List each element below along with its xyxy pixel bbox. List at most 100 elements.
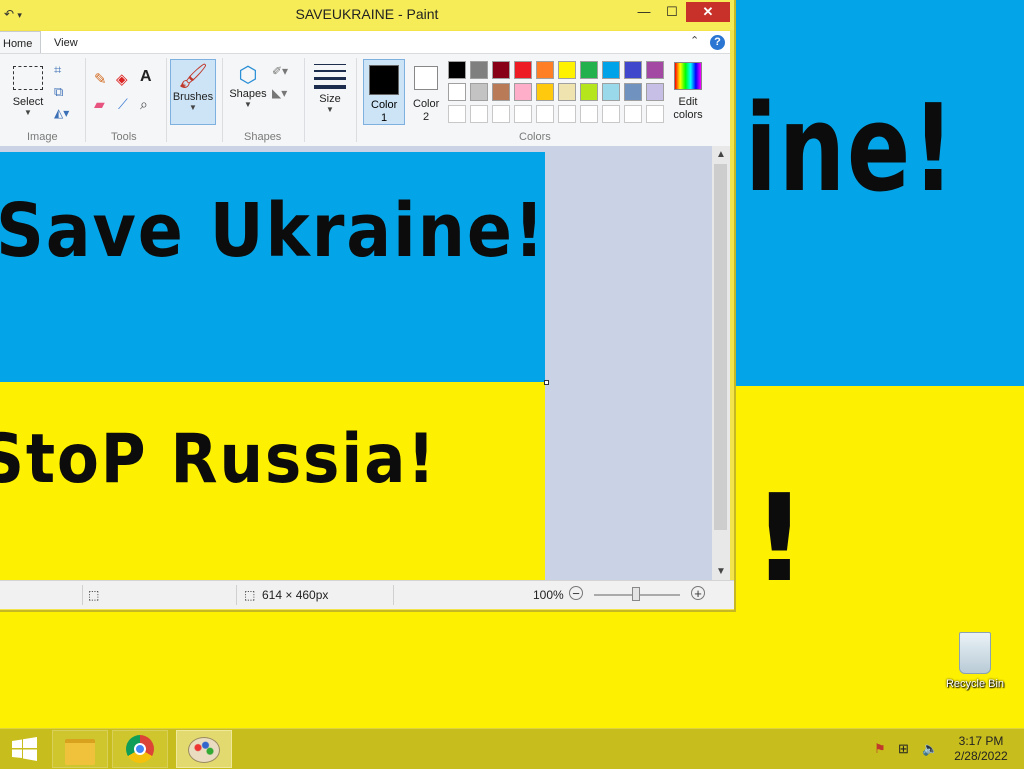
palette-swatch[interactable] (624, 61, 642, 79)
group-label-image: Image (27, 131, 58, 143)
custom-color-swatch[interactable] (624, 105, 642, 123)
outline-icon[interactable]: ✐▾ (272, 64, 288, 78)
collapse-ribbon-icon[interactable]: ⌃ (690, 34, 699, 47)
taskbar-chrome[interactable] (112, 730, 168, 768)
palette-swatch[interactable] (514, 61, 532, 79)
custom-color-swatch[interactable] (470, 105, 488, 123)
palette-swatch[interactable] (558, 83, 576, 101)
window-title: SAVEUKRAINE - Paint (295, 6, 439, 22)
desktop-wallpaper-exclaim: ! (752, 470, 809, 609)
canvas-size-icon: ⬚ (244, 588, 256, 602)
zoom-level: 100% (533, 588, 564, 602)
paint-palette-icon (188, 737, 220, 763)
palette-swatch[interactable] (602, 61, 620, 79)
palette-swatch[interactable] (448, 61, 466, 79)
close-button[interactable]: ✕ (686, 2, 730, 22)
custom-color-swatch[interactable] (536, 105, 554, 123)
color1-button[interactable]: Color 1 (363, 59, 405, 125)
custom-color-swatch[interactable] (602, 105, 620, 123)
zoom-in-button[interactable]: + (691, 586, 705, 600)
group-label-shapes: Shapes (244, 131, 282, 143)
recycle-bin[interactable]: Recycle Bin (940, 632, 1010, 690)
size-button[interactable]: Size ▼ (312, 62, 348, 114)
minimize-button[interactable]: — (630, 2, 658, 22)
brush-icon: 🖌 (177, 63, 209, 90)
pencil-icon[interactable]: ✎ (94, 70, 107, 88)
custom-color-swatch[interactable] (448, 105, 466, 123)
action-center-icon[interactable]: ⚑ (874, 741, 886, 757)
custom-color-swatch[interactable] (646, 105, 664, 123)
palette-swatch[interactable] (536, 61, 554, 79)
palette-swatch[interactable] (558, 61, 576, 79)
scrollbar-thumb[interactable] (714, 164, 727, 530)
volume-muted-icon[interactable]: 🔈 (922, 741, 938, 757)
status-separator (82, 585, 83, 605)
help-icon[interactable]: ? (710, 35, 725, 50)
drawing-canvas[interactable]: Save Ukraine! StoP Russia! (0, 152, 545, 580)
system-clock[interactable]: 3:17 PM 2/28/2022 (946, 734, 1016, 764)
color2-button[interactable]: Color 2 (408, 62, 444, 124)
chevron-down-icon: ▼ (244, 100, 252, 109)
edit-colors-label: Edit colors (673, 96, 703, 121)
zoom-slider-thumb[interactable] (632, 587, 640, 601)
fill-icon[interactable]: ◈ (116, 70, 128, 88)
text-icon[interactable]: A (140, 68, 152, 86)
crop-icon[interactable]: ⌗ (54, 62, 61, 78)
brushes-button[interactable]: 🖌 Brushes ▼ (170, 59, 216, 125)
color-picker-icon[interactable]: ⟋ (118, 96, 128, 113)
taskbar-paint[interactable] (176, 730, 232, 768)
start-button[interactable] (10, 737, 38, 766)
custom-color-swatch[interactable] (580, 105, 598, 123)
select-icon (13, 66, 43, 90)
palette-swatch[interactable] (624, 83, 642, 101)
status-bar: ⬚ ⬚ 614 × 460px 100% − + (0, 580, 734, 609)
palette-swatch[interactable] (602, 83, 620, 101)
shapes-icon: ⬡ (238, 62, 258, 87)
clock-date: 2/28/2022 (954, 749, 1008, 763)
palette-swatch[interactable] (646, 83, 664, 101)
palette-swatch[interactable] (536, 83, 554, 101)
eraser-icon[interactable]: ▰ (94, 96, 105, 113)
ribbon-separator (85, 58, 86, 142)
chevron-down-icon: ▼ (189, 103, 197, 112)
shapes-button[interactable]: ⬡ Shapes ▼ (228, 62, 268, 109)
palette-swatch[interactable] (646, 61, 664, 79)
palette-swatch[interactable] (492, 61, 510, 79)
network-icon[interactable]: ⊞ (898, 741, 909, 757)
palette-swatch[interactable] (470, 61, 488, 79)
ribbon: Select ▼ ⌗ ⧉ ◭▾ Image ✎ ◈ A ▰ ⟋ ⌕ Tools … (0, 53, 730, 147)
ribbon-separator (356, 58, 357, 142)
palette-swatch[interactable] (492, 83, 510, 101)
title-bar[interactable]: ↶ ▾ SAVEUKRAINE - Paint — ☐ ✕ (0, 0, 734, 30)
palette-swatch[interactable] (580, 83, 598, 101)
custom-color-swatch[interactable] (492, 105, 510, 123)
taskbar-file-explorer[interactable] (52, 730, 108, 768)
ribbon-separator (304, 58, 305, 142)
tab-home[interactable]: Home (0, 31, 42, 54)
rotate-icon[interactable]: ◭▾ (54, 106, 69, 120)
scroll-up-icon[interactable]: ▲ (716, 149, 726, 160)
recycle-bin-icon (959, 632, 991, 674)
select-button[interactable]: Select ▼ (8, 62, 48, 117)
magnifier-icon[interactable]: ⌕ (140, 96, 148, 113)
color1-label: Color 1 (371, 99, 398, 124)
custom-color-swatch[interactable] (558, 105, 576, 123)
brushes-label: Brushes (172, 91, 214, 103)
maximize-button[interactable]: ☐ (658, 2, 686, 22)
scroll-down-icon[interactable]: ▼ (716, 566, 726, 577)
palette-swatch[interactable] (448, 83, 466, 101)
zoom-out-button[interactable]: − (569, 586, 583, 600)
shapes-label: Shapes (229, 88, 267, 100)
ribbon-separator (222, 58, 223, 142)
edit-colors-button[interactable]: Edit colors (670, 62, 706, 122)
vertical-scrollbar[interactable]: ▲ ▼ (712, 146, 730, 580)
palette-swatch[interactable] (514, 83, 532, 101)
resize-icon[interactable]: ⧉ (54, 84, 63, 100)
tab-view[interactable]: View (46, 31, 86, 53)
palette-swatch[interactable] (580, 61, 598, 79)
custom-color-swatch[interactable] (514, 105, 532, 123)
status-separator (236, 585, 237, 605)
canvas-resize-handle[interactable] (544, 380, 549, 385)
palette-swatch[interactable] (470, 83, 488, 101)
fill-shape-icon[interactable]: ◣▾ (272, 86, 287, 100)
